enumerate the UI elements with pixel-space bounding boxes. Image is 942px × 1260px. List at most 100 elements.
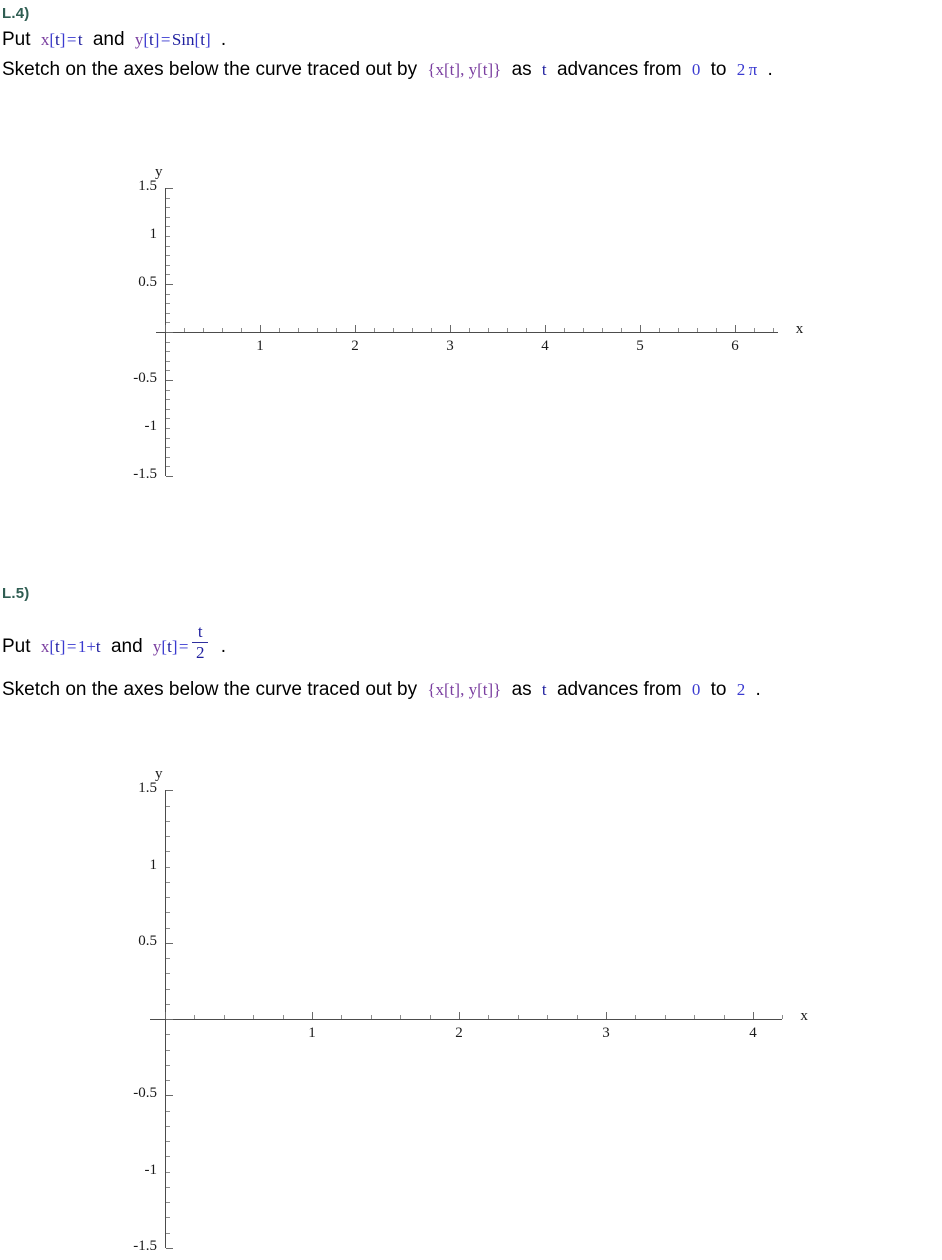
y-axis-minor-tick <box>166 255 170 257</box>
period: . <box>755 679 761 700</box>
x-axis-major-tick <box>606 1012 607 1019</box>
x-axis-major-tick <box>165 325 166 332</box>
sketch-instruction-text: Sketch on the axes below the curve trace… <box>2 679 418 700</box>
y-axis-minor-tick <box>166 341 170 343</box>
y-axis-minor-tick <box>166 197 170 199</box>
to-word: to <box>710 59 727 80</box>
y-tick-label: -1 <box>144 418 158 434</box>
x-definition: x[t] = t <box>40 30 83 49</box>
y-tick-label: 1.5 <box>138 780 157 797</box>
x-axis-major-tick <box>545 325 546 332</box>
x-axis-minor-tick <box>526 328 527 332</box>
y-tick-label: 1 <box>149 856 158 873</box>
y-axis-minor-tick <box>166 897 170 898</box>
x-tick-label: 6 <box>731 338 739 354</box>
x-axis-minor-tick <box>488 328 489 332</box>
y-axis-major-tick <box>166 380 173 381</box>
period: . <box>767 59 773 80</box>
fraction-numerator: t <box>197 622 203 641</box>
y-axis-minor-tick <box>166 805 170 807</box>
fraction-t-over-2: t2 <box>191 622 209 662</box>
y-definition: y[t] = t2 <box>153 623 211 661</box>
x-axis-minor-tick <box>336 328 337 332</box>
y-axis-minor-tick <box>166 408 170 410</box>
period: . <box>220 636 226 658</box>
x-axis-minor-tick <box>678 328 679 332</box>
x-axis-major-tick <box>355 325 356 332</box>
y-axis-minor-tick <box>166 303 170 305</box>
plot-l4: 1 2 3 4 5 6 -1.5 -1 -0.5 0.5 1 1.5 x y <box>0 150 860 500</box>
x-axis-minor-tick <box>223 1015 225 1019</box>
y-axis-minor-tick <box>166 322 170 324</box>
y-axis-minor-tick <box>166 245 170 247</box>
y-axis-major-tick <box>166 188 173 189</box>
y-axis-minor-tick <box>166 389 170 391</box>
x-tick-label: 5 <box>636 338 644 354</box>
y-axis-minor-tick <box>166 428 170 429</box>
y-axis-minor-tick <box>166 988 170 990</box>
x-axis-label: x <box>800 1008 808 1024</box>
y-axis-minor-tick <box>166 293 170 295</box>
x-axis-major-tick <box>450 325 451 332</box>
x-axis-minor-tick <box>279 328 280 332</box>
x-axis-major-tick <box>640 325 641 332</box>
x-axis-major-tick <box>165 1012 166 1019</box>
range-end: 2 <box>736 680 746 699</box>
parameter-t: t <box>541 680 547 699</box>
x-axis-minor-tick <box>564 328 565 332</box>
x-definition: x[t] = 1+t <box>40 637 101 657</box>
y-axis-minor-tick <box>166 236 170 237</box>
y-axis-label: y <box>155 766 163 783</box>
y-axis-minor-tick <box>166 1202 170 1203</box>
y-tick-label: 1.5 <box>138 178 157 194</box>
x-axis-minor-tick <box>517 1015 519 1019</box>
y-axis-minor-tick <box>166 881 170 883</box>
y-axis-minor-tick <box>166 1064 170 1066</box>
x-axis-major-tick <box>753 1012 754 1019</box>
y-axis-minor-tick <box>166 1125 170 1127</box>
x-axis-minor-tick <box>298 328 299 332</box>
plot-l5: 1 2 3 4 -1.5 -1 -0.5 0.5 1 1.5 x y <box>0 750 860 1260</box>
x-axis-minor-tick <box>241 328 242 332</box>
x-tick-label: 3 <box>602 1025 610 1041</box>
problem-l5-definition-line: Put x[t] = 1+t and y[t] = t2 . <box>2 623 226 664</box>
x-axis-minor-tick <box>635 1015 637 1019</box>
y-axis-minor-tick <box>166 1186 170 1188</box>
y-axis-minor-tick <box>166 447 170 449</box>
y-axis-minor-tick <box>166 1171 170 1173</box>
x-tick-label: 3 <box>446 338 454 354</box>
y-axis-minor-tick <box>166 456 170 458</box>
x-axis-minor-tick <box>400 1015 402 1019</box>
y-tick-label: -1.5 <box>133 1237 157 1254</box>
x-axis-label: x <box>795 321 804 337</box>
y-axis-minor-tick <box>166 1049 170 1051</box>
sketch-instruction-text: Sketch on the axes below the curve trace… <box>2 59 418 80</box>
x-axis-line <box>150 1019 783 1021</box>
x-axis-minor-tick <box>547 1015 549 1019</box>
x-axis-minor-tick <box>664 1015 666 1019</box>
period: . <box>220 29 227 50</box>
x-axis-minor-tick <box>723 1015 725 1019</box>
y-axis-major-tick <box>166 1095 173 1097</box>
section-heading-l4: L.4) <box>2 5 30 22</box>
x-axis-minor-tick <box>412 328 413 332</box>
y-axis-major-tick <box>166 1019 173 1020</box>
y-axis-minor-tick <box>166 274 170 276</box>
x-axis-minor-tick <box>507 328 508 332</box>
y-definition: y[t] = Sin[t] <box>134 30 211 49</box>
parametric-pair: {x[t], y[t]} <box>427 680 502 699</box>
x-axis-minor-tick <box>194 1015 196 1019</box>
x-axis-major-tick <box>260 325 261 332</box>
fraction-denominator: 2 <box>195 642 205 662</box>
y-axis-minor-tick <box>166 927 170 929</box>
x-axis-line <box>155 332 778 334</box>
problem-l5-sketch-line: Sketch on the axes below the curve trace… <box>2 680 761 699</box>
x-axis-minor-tick <box>621 328 622 332</box>
x-axis-minor-tick <box>602 328 603 332</box>
section-heading-l5: L.5) <box>2 585 30 602</box>
y-tick-label: 1 <box>149 226 158 242</box>
y-axis-minor-tick <box>166 1156 170 1158</box>
x-tick-label: 4 <box>749 1025 757 1041</box>
x-tick-label: 1 <box>308 1025 316 1041</box>
y-axis-major-tick <box>166 284 173 285</box>
